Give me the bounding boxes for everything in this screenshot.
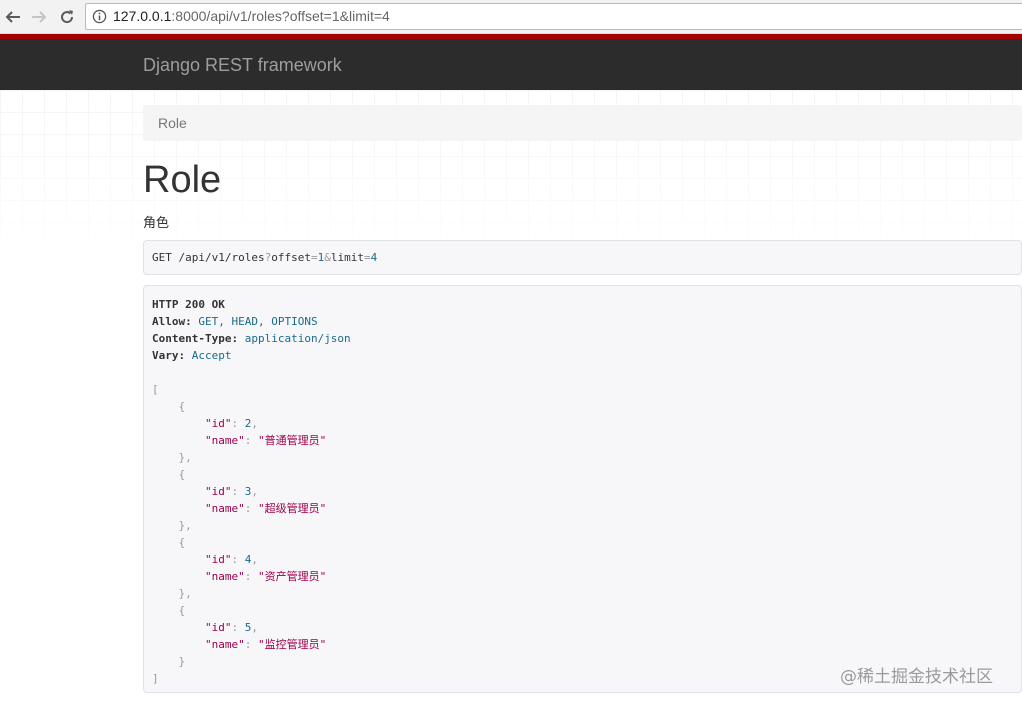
header-value-content-type: application/json (244, 332, 351, 345)
navbar-brand[interactable]: Django REST framework (143, 55, 342, 76)
json-colon: : (231, 553, 245, 566)
json-key-id: "id" (204, 553, 232, 566)
page-title: Role (143, 159, 222, 201)
json-obj-close: }, (178, 519, 192, 532)
header-value-vary: Accept (191, 349, 232, 362)
json-open-bracket: [ (152, 383, 159, 396)
breadcrumb: Role (143, 105, 1022, 141)
json-name-value: "普通管理员" (257, 434, 327, 447)
json-key-id: "id" (204, 417, 232, 430)
json-comma: , (251, 417, 258, 430)
navbar: Django REST framework (0, 39, 1022, 90)
json-obj-open: { (178, 400, 186, 413)
json-key-id: "id" (204, 485, 232, 498)
reload-button[interactable] (56, 6, 78, 28)
forward-button[interactable] (28, 6, 50, 28)
header-key-allow: Allow: (152, 315, 192, 328)
query-offset-key: offset (271, 251, 311, 264)
query-limit-value: 4 (370, 251, 378, 264)
json-key-id: "id" (204, 621, 232, 634)
back-button[interactable] (2, 6, 24, 28)
json-obj-close: }, (178, 451, 192, 464)
json-comma: , (251, 621, 258, 634)
response-status: HTTP 200 OK (152, 298, 225, 311)
query-eq-2: = (363, 251, 371, 264)
url-path: :8000/api/v1/roles?offset=1&limit=4 (171, 8, 390, 24)
request-method: GET (152, 251, 172, 264)
json-colon: : (244, 502, 258, 515)
json-colon: : (244, 570, 258, 583)
json-name-value: "监控管理员" (257, 638, 327, 651)
json-obj-close: }, (178, 587, 192, 600)
json-colon: : (244, 638, 258, 651)
json-obj-close: } (178, 655, 186, 668)
json-key-name: "name" (204, 502, 245, 515)
breadcrumb-item-role: Role (158, 115, 187, 131)
json-key-name: "name" (204, 570, 245, 583)
json-colon: : (244, 434, 258, 447)
json-comma: , (251, 485, 258, 498)
address-bar[interactable]: 127.0.0.1:8000/api/v1/roles?offset=1&lim… (85, 3, 1022, 30)
query-amp: & (324, 251, 331, 264)
watermark: @稀土掘金技术社区 (840, 667, 993, 687)
json-key-name: "name" (204, 434, 245, 447)
json-colon: : (231, 485, 245, 498)
request-info: GET /api/v1/roles?offset=1&limit=4 (143, 240, 1022, 275)
json-colon: : (231, 417, 245, 430)
arrow-right-icon (32, 11, 47, 23)
url-host: 127.0.0.1 (113, 8, 172, 24)
json-comma: , (251, 553, 258, 566)
json-close-bracket: ] (152, 672, 159, 685)
response-body: HTTP 200 OK Allow: GET, HEAD, OPTIONS Co… (152, 296, 351, 687)
header-key-vary: Vary: (152, 349, 186, 362)
json-name-value: "超级管理员" (257, 502, 327, 515)
json-obj-open: { (178, 468, 186, 481)
url-text[interactable]: 127.0.0.1:8000/api/v1/roles?offset=1&lim… (113, 8, 390, 24)
info-icon[interactable] (92, 9, 107, 24)
json-key-name: "name" (204, 638, 245, 651)
query-limit-key: limit (330, 251, 364, 264)
json-colon: : (231, 621, 245, 634)
response-info: HTTP 200 OK Allow: GET, HEAD, OPTIONS Co… (143, 285, 1022, 693)
json-obj-open: { (178, 536, 186, 549)
page-description: 角色 (143, 215, 170, 230)
header-value-allow: GET, HEAD, OPTIONS (198, 315, 318, 328)
browser-toolbar: 127.0.0.1:8000/api/v1/roles?offset=1&lim… (0, 0, 1022, 34)
json-obj-open: { (178, 604, 186, 617)
arrow-left-icon (5, 11, 20, 23)
reload-icon (61, 10, 74, 24)
request-line: GET /api/v1/roles?offset=1&limit=4 (152, 251, 377, 264)
header-key-content-type: Content-Type: (152, 332, 239, 345)
request-path: /api/v1/roles (178, 251, 265, 264)
json-name-value: "资产管理员" (257, 570, 327, 583)
query-eq-1: = (310, 251, 318, 264)
